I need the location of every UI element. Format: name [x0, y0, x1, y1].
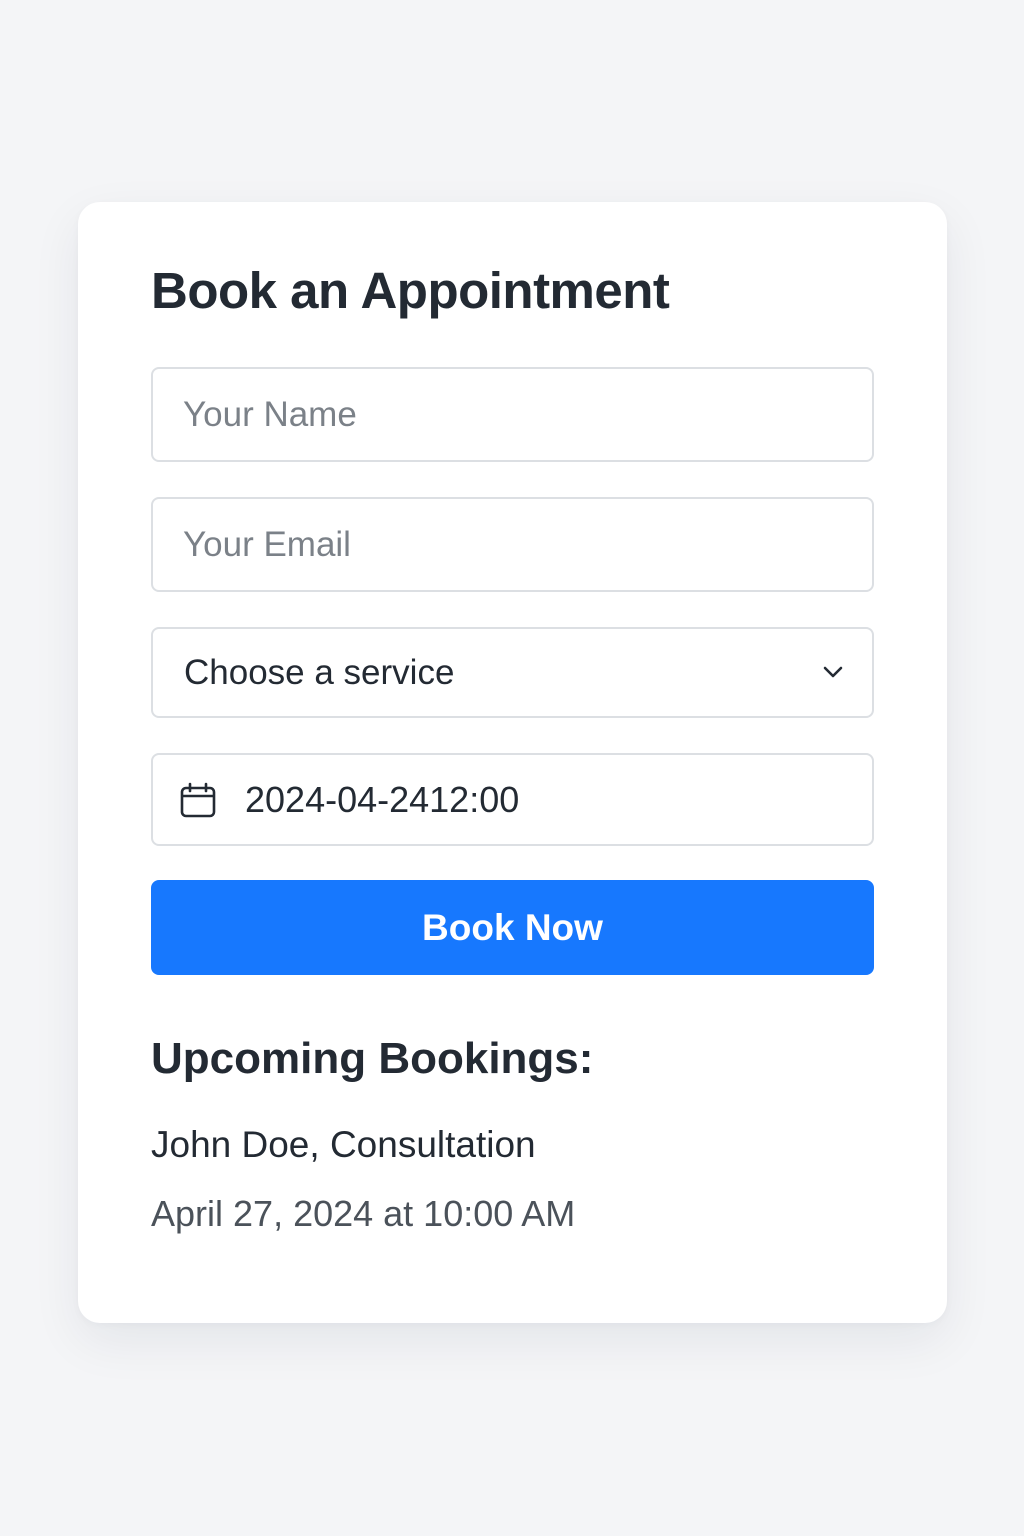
datetime-field[interactable]: 2024-04-2412:00	[151, 753, 874, 846]
name-field[interactable]	[151, 367, 874, 462]
datetime-value: 2024-04-2412:00	[245, 779, 520, 820]
chevron-down-icon	[823, 666, 843, 678]
name-input[interactable]	[153, 369, 872, 460]
upcoming-bookings-heading: Upcoming Bookings:	[151, 1034, 594, 1083]
booking-datetime: April 27, 2024 at 10:00 AM	[151, 1193, 576, 1234]
booking-card: Book an Appointment Choose a service 202…	[78, 202, 947, 1323]
booking-name-service: John Doe, Consultation	[151, 1124, 536, 1165]
book-now-button[interactable]: Book Now	[151, 880, 874, 975]
page-title: Book an Appointment	[151, 262, 670, 319]
service-select[interactable]: Choose a service	[151, 627, 874, 718]
service-select-value: Choose a service	[184, 653, 455, 692]
email-input[interactable]	[153, 499, 872, 590]
email-field[interactable]	[151, 497, 874, 592]
calendar-icon	[180, 782, 216, 818]
